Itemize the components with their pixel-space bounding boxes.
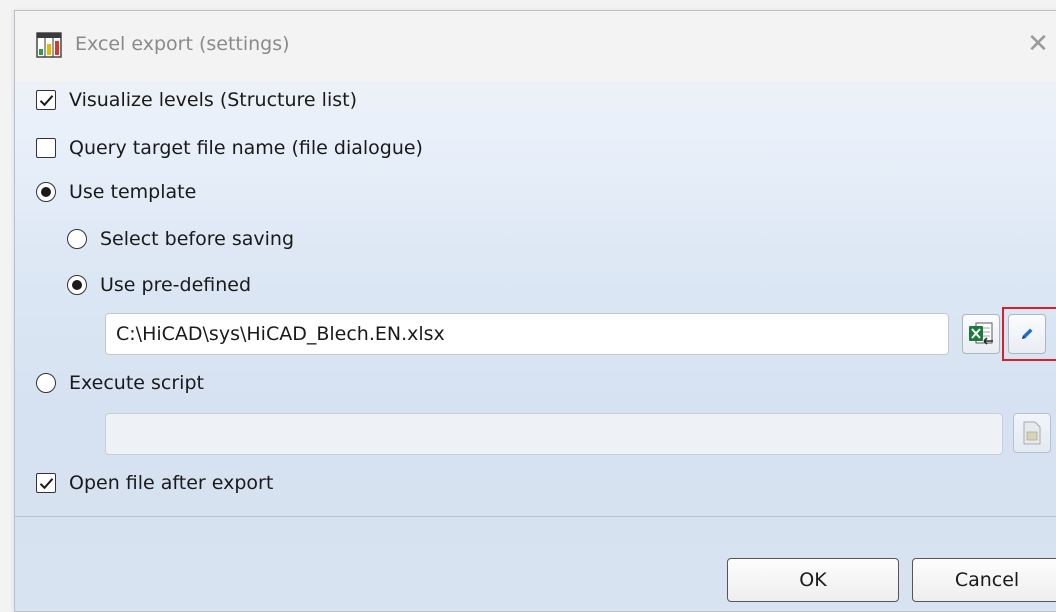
use-predefined-row[interactable]: Use pre-defined	[67, 270, 251, 300]
select-before-saving-label: Select before saving	[100, 228, 295, 250]
use-template-row[interactable]: Use template	[36, 177, 196, 207]
query-target-row[interactable]: Query target file name (file dialogue)	[36, 133, 423, 163]
visualize-levels-row[interactable]: Visualize levels (Structure list)	[36, 85, 357, 115]
use-predefined-label: Use pre-defined	[100, 274, 252, 296]
use-template-radio[interactable]	[36, 182, 56, 202]
script-path-field	[105, 413, 1003, 455]
checkmark-icon	[39, 477, 53, 489]
execute-script-row[interactable]: Execute script	[36, 368, 204, 398]
select-before-saving-radio[interactable]	[67, 229, 87, 249]
select-before-saving-row[interactable]: Select before saving	[67, 224, 294, 254]
checkmark-icon	[39, 94, 53, 106]
edit-button-highlight	[1002, 307, 1056, 361]
script-browse-button	[1013, 413, 1051, 453]
visualize-levels-label: Visualize levels (Structure list)	[69, 89, 357, 111]
excel-file-icon	[969, 322, 993, 345]
query-target-label: Query target file name (file dialogue)	[69, 137, 423, 159]
cancel-button[interactable]: Cancel	[912, 558, 1056, 602]
template-path-field[interactable]: C:\HiCAD\sys\HiCAD_Blech.EN.xlsx	[105, 313, 949, 355]
excel-export-dialog: Excel export (settings) ✕ Visualize leve…	[14, 10, 1056, 612]
query-target-checkbox[interactable]	[36, 138, 56, 158]
execute-script-radio[interactable]	[36, 373, 56, 393]
ok-button[interactable]: OK	[727, 558, 899, 602]
script-file-icon	[1023, 421, 1041, 445]
open-after-export-checkbox[interactable]	[36, 473, 56, 493]
dialog-title: Excel export (settings)	[75, 33, 290, 55]
use-template-label: Use template	[69, 181, 197, 203]
excel-export-icon	[36, 32, 62, 58]
execute-script-label: Execute script	[69, 372, 204, 394]
excel-template-button[interactable]	[962, 314, 1000, 354]
title-bar: Excel export (settings) ✕	[15, 11, 1056, 81]
visualize-levels-checkbox[interactable]	[36, 90, 56, 110]
open-after-export-row[interactable]: Open file after export	[36, 468, 273, 498]
footer-divider	[15, 516, 1056, 517]
use-predefined-radio[interactable]	[67, 275, 87, 295]
close-button[interactable]: ✕	[1021, 27, 1055, 61]
open-after-export-label: Open file after export	[69, 472, 274, 494]
